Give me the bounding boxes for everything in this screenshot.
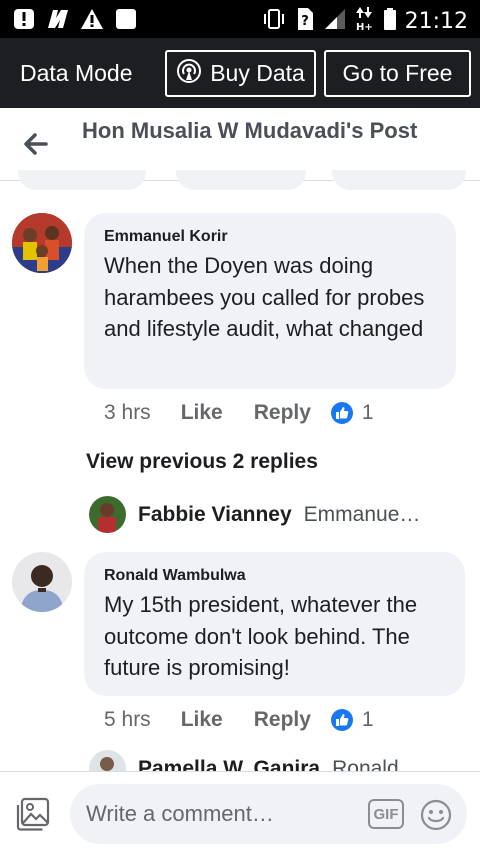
avatar[interactable] bbox=[12, 213, 72, 273]
avatar bbox=[89, 496, 126, 533]
previous-item-remnant bbox=[176, 170, 306, 190]
reply-snippet: Emmanue… bbox=[303, 502, 421, 526]
comment-text: My 15th president, whatever the outcome … bbox=[104, 592, 418, 680]
signal-icon bbox=[323, 7, 347, 36]
previous-item-remnant bbox=[332, 170, 466, 190]
svg-text:?: ? bbox=[301, 14, 309, 29]
comment-author[interactable]: Emmanuel Korir bbox=[104, 228, 436, 246]
data-hplus-icon: H+ bbox=[355, 6, 375, 37]
emoji-icon[interactable] bbox=[420, 799, 452, 831]
data-mode-bar: Data Mode Buy Data Go to Free bbox=[0, 38, 480, 108]
buy-data-button[interactable]: Buy Data bbox=[165, 50, 316, 97]
data-mode-label: Data Mode bbox=[20, 60, 133, 86]
alert-notification-icon bbox=[12, 7, 36, 31]
go-to-free-button[interactable]: Go to Free bbox=[324, 50, 471, 97]
gif-button[interactable]: GIF bbox=[368, 799, 404, 829]
reply-button[interactable]: Reply bbox=[254, 401, 311, 425]
comment-text: When the Doyen was doing harambees you c… bbox=[104, 253, 425, 341]
back-arrow-icon[interactable] bbox=[20, 128, 52, 160]
comment-actions: 3 hrs Like Reply 1 bbox=[104, 401, 374, 425]
comment-input[interactable] bbox=[70, 784, 467, 844]
comment-bubble[interactable]: Emmanuel Korir When the Doyen was doing … bbox=[84, 213, 456, 389]
reaction-count[interactable]: 1 bbox=[362, 401, 374, 425]
comment-bubble[interactable]: Ronald Wambulwa My 15th president, whate… bbox=[84, 552, 465, 696]
reply-preview[interactable]: Fabbie Vianney Emmanue… bbox=[89, 496, 420, 533]
page-title: Hon Musalia W Mudavadi's Post bbox=[82, 118, 418, 143]
like-button[interactable]: Like bbox=[181, 401, 223, 425]
view-previous-replies-link[interactable]: View previous 2 replies bbox=[86, 450, 318, 474]
app-notification-icon bbox=[114, 7, 138, 31]
thumbs-up-icon[interactable] bbox=[330, 402, 353, 424]
comment-time[interactable]: 5 hrs bbox=[104, 708, 151, 732]
buy-data-label: Buy Data bbox=[210, 60, 305, 86]
svg-text:H+: H+ bbox=[356, 22, 373, 32]
reply-button[interactable]: Reply bbox=[254, 708, 311, 732]
warning-icon bbox=[80, 7, 104, 31]
vibrate-icon bbox=[261, 7, 287, 36]
reaction-count[interactable]: 1 bbox=[362, 708, 374, 732]
clock: 21:12 bbox=[404, 9, 468, 34]
like-button[interactable]: Like bbox=[181, 708, 223, 732]
status-bar: ? H+ 21:12 bbox=[0, 0, 480, 38]
reply-author: Fabbie Vianney bbox=[138, 502, 292, 526]
news-notification-icon bbox=[46, 7, 70, 31]
photo-icon[interactable] bbox=[16, 796, 52, 832]
broadcast-icon bbox=[176, 58, 202, 90]
comment-composer: GIF bbox=[0, 771, 480, 854]
comment-author[interactable]: Ronald Wambulwa bbox=[104, 567, 445, 585]
comment-actions: 5 hrs Like Reply 1 bbox=[104, 708, 374, 732]
thumbs-up-icon[interactable] bbox=[330, 709, 353, 731]
unknown-sim-icon: ? bbox=[295, 7, 315, 36]
avatar[interactable] bbox=[12, 552, 72, 612]
go-to-free-label: Go to Free bbox=[342, 60, 453, 86]
previous-item-remnant bbox=[18, 170, 146, 190]
comment-time[interactable]: 3 hrs bbox=[104, 401, 151, 425]
battery-icon bbox=[383, 7, 397, 36]
